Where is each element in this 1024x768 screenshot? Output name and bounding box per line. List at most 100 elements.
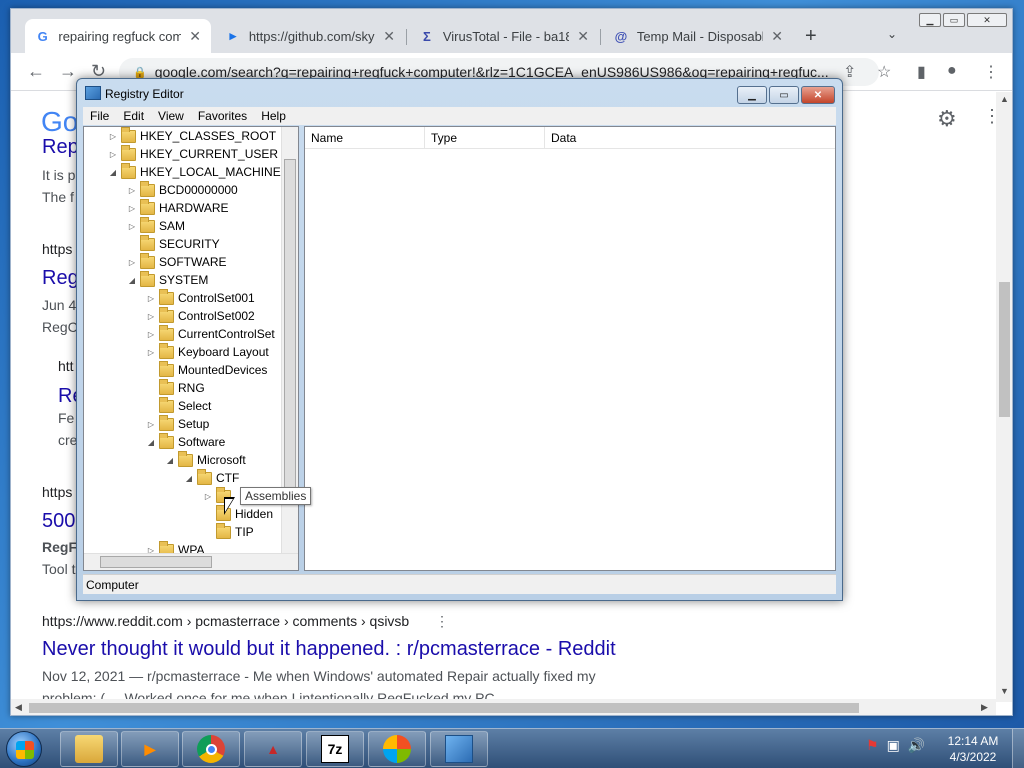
tree-node[interactable]: ▷ Setup xyxy=(146,414,209,433)
expander-icon[interactable]: ◢ xyxy=(184,474,194,483)
tree-node[interactable]: ▷ SAM xyxy=(127,216,185,235)
clock[interactable]: 12:14 AM 4/3/2022 xyxy=(938,733,1008,765)
expander-icon[interactable]: ▷ xyxy=(146,330,156,339)
tree-node[interactable]: ▷ CurrentControlSet xyxy=(146,324,275,343)
tab-virustotal[interactable]: Σ VirusTotal - File - ba18c ✕ xyxy=(409,19,599,53)
result-title[interactable]: Rep xyxy=(42,136,79,159)
expander-icon[interactable]: ◢ xyxy=(165,456,175,465)
taskbar-regedit[interactable] xyxy=(430,731,488,767)
maximize-button[interactable]: ▭ xyxy=(943,13,965,27)
close-icon[interactable]: ✕ xyxy=(383,28,395,45)
share-icon[interactable]: ⇪ xyxy=(843,62,856,82)
tree-node[interactable]: RNG xyxy=(146,378,205,397)
tab-github[interactable]: ▸ https://github.com/skyb ✕ xyxy=(215,19,405,53)
taskbar-explorer[interactable] xyxy=(60,731,118,767)
menu-edit[interactable]: Edit xyxy=(116,107,151,125)
expander-icon[interactable]: ▷ xyxy=(146,294,156,303)
result-url[interactable]: htt xyxy=(58,358,74,374)
forward-button[interactable]: → xyxy=(59,61,77,82)
tree-node[interactable]: ◢ SYSTEM xyxy=(127,270,208,289)
tree-node[interactable]: ◢ CTF xyxy=(184,468,239,487)
expander-icon[interactable]: ◢ xyxy=(108,168,118,177)
close-button[interactable]: ✕ xyxy=(801,86,835,104)
start-button[interactable] xyxy=(6,731,42,767)
expander-icon[interactable]: ▷ xyxy=(146,348,156,357)
taskbar-windows[interactable] xyxy=(368,731,426,767)
tree-node[interactable]: ◢ HKEY_LOCAL_MACHINE xyxy=(108,162,281,181)
result-title-reddit[interactable]: Never thought it would but it happened. … xyxy=(42,638,616,661)
back-button[interactable]: ← xyxy=(27,61,45,82)
tab-google-search[interactable]: G repairing regfuck compu ✕ xyxy=(25,19,211,53)
show-desktop-button[interactable] xyxy=(1012,729,1024,768)
menu-file[interactable]: File xyxy=(83,107,116,125)
expander-icon[interactable]: ◢ xyxy=(146,438,156,447)
expander-icon[interactable]: ▷ xyxy=(127,222,137,231)
profile-icon[interactable]: ● xyxy=(947,62,957,80)
expander-icon[interactable]: ▷ xyxy=(146,420,156,429)
menu-view[interactable]: View xyxy=(151,107,191,125)
minimize-button[interactable]: ▁ xyxy=(919,13,941,27)
tree-node[interactable]: ▷ SOFTWARE xyxy=(127,252,227,271)
expander-icon[interactable]: ▷ xyxy=(108,150,118,159)
menu-favorites[interactable]: Favorites xyxy=(191,107,254,125)
tree-node[interactable]: ◢ Microsoft xyxy=(165,450,246,469)
menu-icon[interactable]: ⋮ xyxy=(983,62,999,82)
side-panel-icon[interactable]: ▮ xyxy=(917,62,926,82)
tree-node[interactable]: TIP xyxy=(203,522,254,541)
expander-icon[interactable]: ▷ xyxy=(203,492,213,501)
column-name[interactable]: Name xyxy=(305,127,425,149)
tree-node[interactable]: MountedDevices xyxy=(146,360,267,379)
expander-icon[interactable]: ▷ xyxy=(146,312,156,321)
network-icon[interactable]: ▣ xyxy=(887,737,900,754)
minimize-button[interactable]: ▁ xyxy=(737,86,767,104)
more-options-icon[interactable]: ⋮ xyxy=(435,613,449,630)
scroll-down-arrow[interactable]: ▼ xyxy=(1000,686,1009,696)
tree-node[interactable]: ▷ HKEY_CURRENT_USER xyxy=(108,144,278,163)
expander-icon[interactable]: ▷ xyxy=(108,132,118,141)
result-url[interactable]: https xyxy=(42,241,72,257)
bookmark-star-icon[interactable]: ☆ xyxy=(877,62,891,82)
taskbar-media-player[interactable]: ▶ xyxy=(121,731,179,767)
expander-icon[interactable]: ◢ xyxy=(127,276,137,285)
taskbar-7zip[interactable]: 7z xyxy=(306,731,364,767)
expander-icon[interactable]: ▷ xyxy=(127,204,137,213)
close-button[interactable]: ✕ xyxy=(967,13,1007,27)
scroll-thumb[interactable] xyxy=(29,703,859,713)
volume-icon[interactable]: 🔊 xyxy=(908,737,925,754)
tree-node[interactable]: ▷ HARDWARE xyxy=(127,198,229,217)
scroll-thumb[interactable] xyxy=(999,282,1010,417)
scroll-thumb[interactable] xyxy=(100,556,212,568)
tree-horizontal-scrollbar[interactable] xyxy=(84,553,298,570)
tree-node[interactable]: ▷ Keyboard Layout xyxy=(146,342,269,361)
tab-search-button[interactable]: ⌄ xyxy=(887,27,897,41)
tree-node[interactable]: ▷ ControlSet001 xyxy=(146,288,255,307)
tree-node[interactable]: ◢ Software xyxy=(146,432,225,451)
more-options-icon[interactable]: ⋮ xyxy=(983,106,996,127)
action-center-icon[interactable]: ⚑ xyxy=(866,737,879,754)
close-icon[interactable]: ✕ xyxy=(577,28,589,45)
expander-icon[interactable]: ▷ xyxy=(127,258,137,267)
tree-node[interactable]: ▷ BCD00000000 xyxy=(127,180,238,199)
page-vertical-scrollbar[interactable]: ▲ ▼ xyxy=(996,92,1012,702)
result-url-reddit[interactable]: https://www.reddit.com › pcmasterrace › … xyxy=(42,613,409,629)
result-url[interactable]: https xyxy=(42,484,72,500)
scroll-right-arrow[interactable]: ▶ xyxy=(981,702,988,713)
values-list[interactable]: Name Type Data xyxy=(304,126,836,571)
page-horizontal-scrollbar[interactable]: ◀ ▶ xyxy=(11,699,996,715)
tree-node[interactable]: ▷ ControlSet002 xyxy=(146,306,255,325)
expander-icon[interactable]: ▷ xyxy=(127,186,137,195)
gear-icon[interactable]: ⚙ xyxy=(937,106,957,132)
menu-help[interactable]: Help xyxy=(254,107,293,125)
tree-node[interactable]: Hidden xyxy=(203,504,273,523)
tree-node[interactable]: ▷ HKEY_CLASSES_ROOT xyxy=(108,127,276,145)
tab-tempmail[interactable]: @ Temp Mail - Disposable ✕ xyxy=(603,19,793,53)
result-title[interactable]: Reg xyxy=(42,267,79,290)
maximize-button[interactable]: ▭ xyxy=(769,86,799,104)
scroll-left-arrow[interactable]: ◀ xyxy=(15,702,22,713)
scroll-thumb[interactable] xyxy=(284,159,296,489)
result-title[interactable]: 500 xyxy=(42,510,75,533)
tree-node[interactable]: SECURITY xyxy=(127,234,220,253)
taskbar-chrome[interactable] xyxy=(182,731,240,767)
close-icon[interactable]: ✕ xyxy=(771,28,783,45)
scroll-up-arrow[interactable]: ▲ xyxy=(1000,94,1009,104)
